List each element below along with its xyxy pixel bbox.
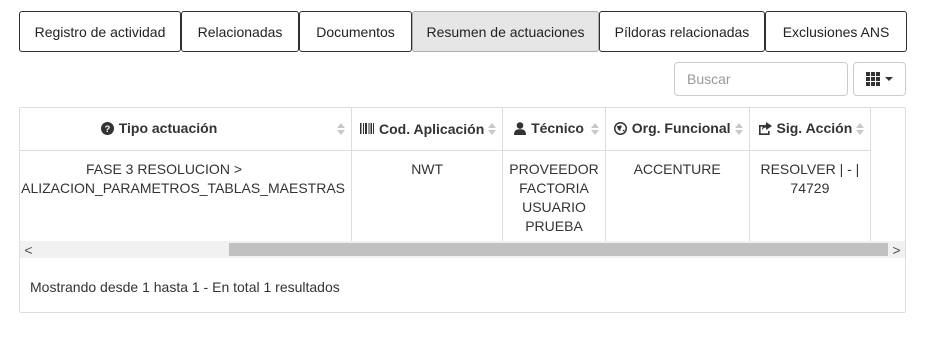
tab-label: Píldoras relacionadas [614,23,750,40]
results-table: ? Tipo actuación Cod. Aplicación Técnico… [20,108,872,241]
table-scroll-area[interactable]: ? Tipo actuación Cod. Aplicación Técnico… [20,108,905,241]
svg-text:?: ? [104,124,110,134]
question-circle-icon: ? [100,121,114,135]
sort-icon[interactable] [488,122,497,135]
horizontal-scrollbar[interactable]: < > [20,241,905,258]
cell-sig-accion: RESOLVER | - | 74729 [749,150,872,241]
column-header-sig-accion[interactable]: Sig. Acción [749,108,872,151]
tab-label: Documentos [316,23,395,40]
cell-tecnico: PROVEEDOR FACTORIA USUARIO PRUEBA [502,150,606,241]
results-panel: ? Tipo actuación Cod. Aplicación Técnico… [19,107,906,313]
sort-icon[interactable] [337,122,345,135]
table-header-row: ? Tipo actuación Cod. Aplicación Técnico… [20,108,872,151]
sort-icon[interactable] [734,122,743,135]
column-header-cod-aplicacion[interactable]: Cod. Aplicación [351,108,504,151]
sort-icon[interactable] [590,122,599,135]
user-icon [514,121,527,135]
pagination-summary: Mostrando desde 1 hasta 1 - En total 1 r… [30,279,340,295]
cell-tipo-actuacion: FASE 3 RESOLUCION > ACTUALIZACION_PARAME… [20,150,352,241]
column-header-label: Técnico [531,120,584,136]
tab-label: Resumen de actuaciones [426,23,585,40]
scrollbar-thumb[interactable] [229,243,888,256]
tab-bar: Registro de actividad Relacionadas Docum… [19,11,907,52]
search-input[interactable] [674,62,848,96]
tab-registro-actividad[interactable]: Registro de actividad [19,11,181,52]
grid-icon [866,72,880,86]
scroll-left-arrow[interactable]: < [20,241,37,258]
tab-exclusiones-ans[interactable]: Exclusiones ANS [765,11,907,52]
caret-down-icon [885,77,893,81]
column-header-label: Cod. Aplicación [379,120,485,137]
tab-label: Exclusiones ANS [782,23,890,40]
cell-org-funcional: ACCENTURE [605,150,750,241]
tab-relacionadas[interactable]: Relacionadas [181,11,299,52]
tab-documentos[interactable]: Documentos [299,11,412,52]
scroll-right-arrow[interactable]: > [888,241,905,258]
tab-label: Registro de actividad [34,23,166,40]
columns-toggle-button[interactable] [853,62,906,96]
column-header-tecnico[interactable]: Técnico [502,108,606,151]
tab-resumen-actuaciones[interactable]: Resumen de actuaciones [412,11,599,52]
globe-icon [613,121,627,135]
tab-label: Relacionadas [197,23,283,40]
tab-pildoras-relacionadas[interactable]: Píldoras relacionadas [599,11,765,52]
sort-icon[interactable] [856,122,865,135]
share-icon [758,121,772,135]
column-header-org-funcional[interactable]: Org. Funcional [605,108,750,151]
column-header-label: Org. Funcional [631,120,731,136]
table-row[interactable]: FASE 3 RESOLUCION > ACTUALIZACION_PARAME… [20,150,872,241]
column-header-tipo-actuacion[interactable]: ? Tipo actuación [20,108,352,151]
column-header-label: Tipo actuación [118,120,218,136]
barcode-icon [360,123,374,134]
column-header-label: Sig. Acción [776,120,853,136]
cell-cod-aplicacion: NWT [351,150,504,241]
